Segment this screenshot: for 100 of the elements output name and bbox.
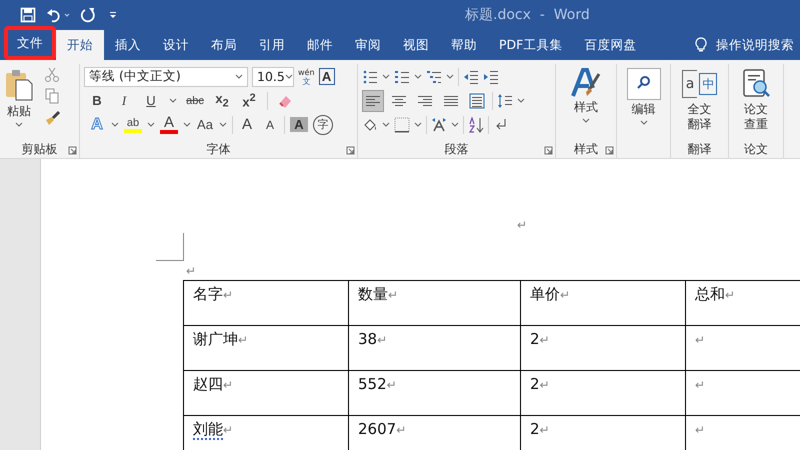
paragraph-mark: ↵ [223,378,234,392]
paragraph-mark: ↵ [540,423,550,437]
ribbon-tab[interactable]: 引用 [248,30,296,60]
full-text-translate-button[interactable]: a 中 全文翻译 [682,66,718,138]
dialog-launcher-icon[interactable] [346,146,355,155]
styles-brush-icon[interactable] [571,68,601,98]
format-button[interactable]: abc [186,94,204,106]
format-painter-icon[interactable] [44,110,60,126]
caret-icon[interactable] [517,97,525,104]
caret-icon[interactable] [111,121,119,128]
paragraph-mark: ↵ [223,288,234,302]
table-cell-text: 谢广坤 [193,330,238,348]
ribbon-tab[interactable]: 百度网盘 [573,30,648,60]
caret-icon[interactable] [147,121,155,128]
ribbon-tab[interactable]: 布局 [200,30,248,60]
dialog-launcher-icon[interactable] [605,146,614,155]
format-button[interactable]: x$_{2}$ [213,91,231,110]
ribbon-tab[interactable]: 审阅 [344,30,392,60]
paragraph-mark: ↵ [695,378,706,392]
numbered-list-icon[interactable] [394,68,410,84]
clipboard-icon[interactable] [4,68,34,102]
paste-button[interactable]: 粘贴 [4,66,34,138]
caret-icon[interactable] [446,73,454,80]
lightbulb-icon[interactable] [694,37,708,53]
font-effect-button[interactable]: A [160,116,178,134]
character-border-button[interactable]: A [318,68,335,85]
editing-button[interactable]: 编辑 [626,66,660,138]
save-icon[interactable] [20,7,36,23]
caret-icon[interactable] [382,121,390,128]
text-layout-icon[interactable] [431,116,447,132]
decrease-indent-icon[interactable] [463,68,479,84]
paragraph-mark: ↵ [186,264,198,278]
caret-icon[interactable] [414,73,422,80]
phonetic-guide-button[interactable]: wén 文 [298,68,315,86]
sort-icon[interactable] [468,116,484,132]
paragraph-mark: ↵ [386,378,397,392]
ribbon-tab[interactable]: 开始 [56,30,104,60]
ribbon-tab[interactable]: 帮助 [440,30,488,60]
table-cell-text: 2607 [358,420,396,438]
format-button[interactable]: U [142,93,160,108]
dialog-launcher-icon[interactable] [68,146,77,155]
caret-icon[interactable] [219,121,227,128]
tell-me-search[interactable]: 操作说明搜索 [716,36,794,54]
group-label: 论文 [744,140,768,158]
font-effect-button[interactable]: A [290,117,308,132]
format-button[interactable]: B [88,93,106,108]
scissors-icon[interactable] [44,66,60,82]
ribbon-tab[interactable]: PDF工具集 [488,30,574,60]
ribbon-tab[interactable]: 设计 [152,30,200,60]
ribbon-tab[interactable]: 邮件 [296,30,344,60]
table-cell-text: 单价 [530,285,560,303]
caret-icon[interactable] [414,121,422,128]
font-size-dropdown[interactable]: 10.5 [252,66,294,86]
caret-icon[interactable] [183,121,191,128]
undo-icon[interactable] [46,7,62,23]
font-effect-button[interactable]: Aa [196,117,214,132]
increase-indent-icon[interactable] [483,68,499,84]
paragraph-mark: ↵ [560,288,570,302]
caret-icon[interactable] [169,97,177,104]
search-icon[interactable] [626,68,660,100]
caret-icon[interactable] [235,73,243,80]
table-cell-text: 2 [530,420,540,438]
align-left-icon[interactable] [362,90,384,112]
line-spacing-icon[interactable] [497,92,513,108]
format-button[interactable]: x$^{2}$ [240,92,258,110]
paragraph-mark: ↵ [238,333,248,347]
styles-button[interactable]: 样式 [571,66,601,138]
copy-icon[interactable] [44,88,60,104]
paragraph-mark: ↵ [223,423,234,437]
group-label: 段落 [444,140,468,158]
borders-icon[interactable] [394,116,410,132]
dialog-launcher-icon[interactable] [544,146,553,155]
format-button[interactable]: I [115,92,133,108]
group-label: 字体 [206,140,230,158]
paragraph-mark: ↵ [695,423,706,437]
bullet-list-icon[interactable] [362,68,378,84]
font-effect-button[interactable]: ab [124,116,142,132]
caret-icon[interactable] [382,73,390,80]
document-search-icon[interactable] [741,68,771,100]
paragraph-mark: ↵ [695,333,706,347]
paper-check-button[interactable]: 论文查重 [741,66,771,138]
font-effect-button[interactable]: A [238,116,256,133]
caret-icon[interactable] [640,119,648,126]
group-label: 样式 [574,140,598,158]
table-cell-text: 名字 [193,285,223,303]
shading-icon[interactable] [362,116,378,132]
font-name-dropdown[interactable]: 等线 (中文正文) [84,66,248,86]
multilevel-list-icon[interactable] [426,68,442,84]
ribbon-tab[interactable]: 插入 [104,30,152,60]
paragraph-mark: ↵ [725,288,736,302]
redo-icon[interactable] [80,7,96,23]
table-cell-text: 数量 [358,285,388,303]
caret-icon[interactable] [582,117,590,124]
paragraph-mark: ↵ [377,333,388,347]
caret-icon[interactable] [15,121,23,128]
font-effect-button[interactable]: A [261,118,279,132]
caret-icon[interactable] [451,121,459,128]
ribbon-tab[interactable]: 视图 [392,30,440,60]
font-effect-button[interactable]: 字 [313,114,333,134]
caret-icon[interactable] [284,73,293,80]
